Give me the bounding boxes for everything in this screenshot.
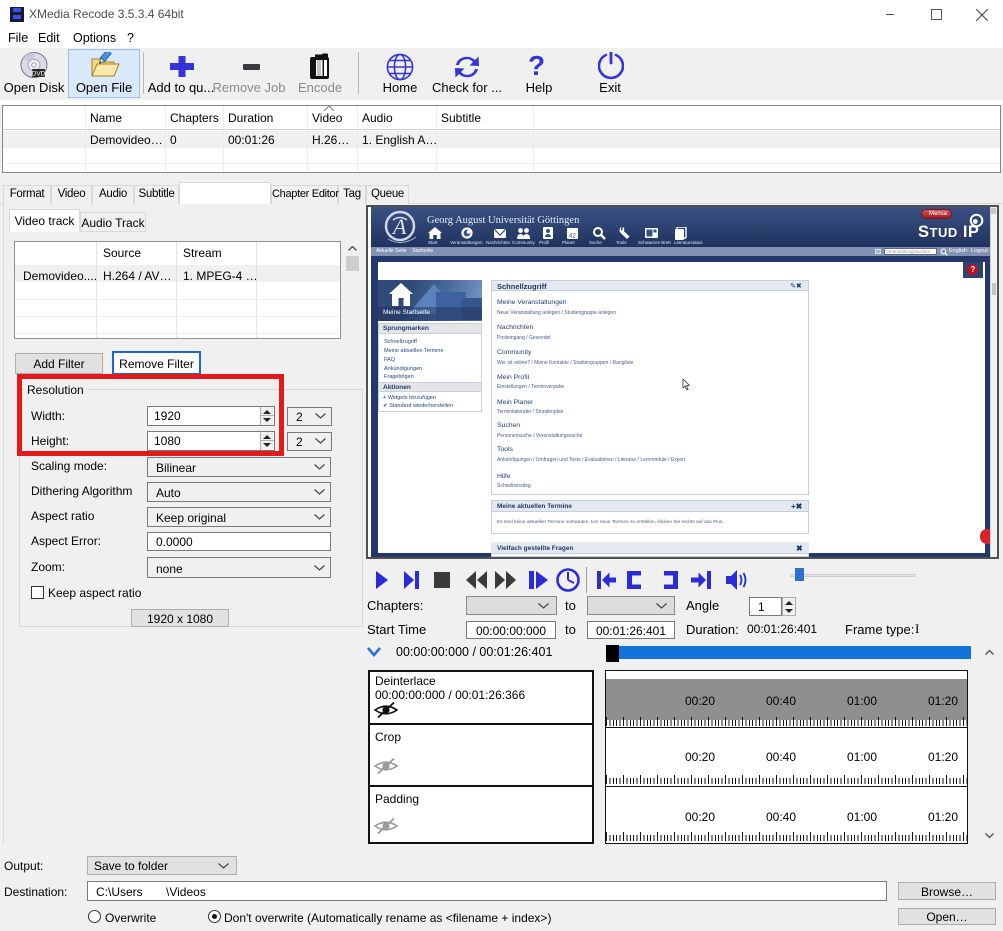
svg-text:42: 42	[569, 234, 576, 240]
svg-text:DVD: DVD	[32, 71, 46, 78]
